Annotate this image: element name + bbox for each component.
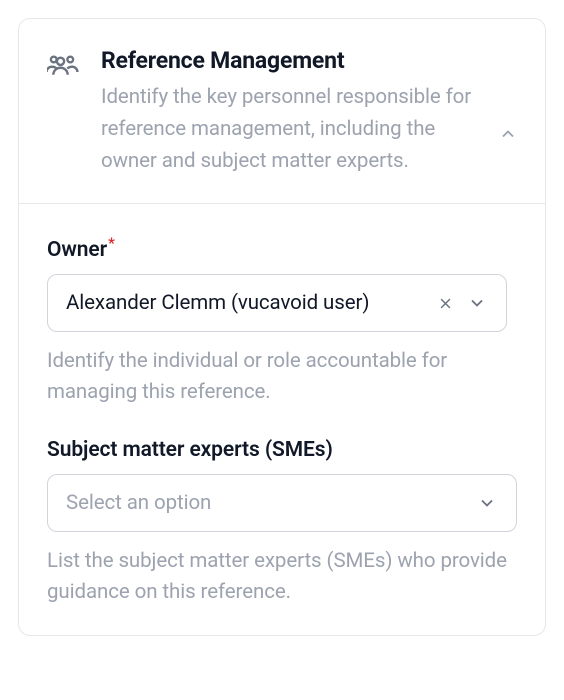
header-text: Reference Management Identify the key pe… [101,47,517,177]
owner-form-group: Owner* Alexander Clemm (vucavoid user) I… [47,234,517,408]
reference-management-card: Reference Management Identify the key pe… [18,18,546,636]
card-body: Owner* Alexander Clemm (vucavoid user) I… [19,204,545,635]
owner-dropdown-arrow [466,292,488,314]
smes-help-text: List the subject matter experts (SMEs) w… [47,546,517,608]
smes-select-placeholder: Select an option [66,491,464,515]
owner-help-text: Identify the individual or role accounta… [47,346,517,408]
owner-select[interactable]: Alexander Clemm (vucavoid user) [47,274,507,332]
card-header: Reference Management Identify the key pe… [19,19,545,204]
smes-select[interactable]: Select an option [47,474,517,532]
smes-dropdown-arrow [476,492,498,514]
chevron-up-icon [498,124,518,144]
owner-select-value: Alexander Clemm (vucavoid user) [66,291,424,315]
owner-label: Owner* [47,234,517,262]
close-icon [438,296,453,311]
chevron-down-icon [467,293,487,313]
owner-clear-button[interactable] [436,294,454,312]
required-asterisk: * [108,234,115,252]
card-description: Identify the key personnel responsible f… [101,82,479,177]
smes-form-group: Subject matter experts (SMEs) Select an … [47,438,517,608]
owner-label-text: Owner [47,238,107,262]
smes-label: Subject matter experts (SMEs) [47,438,517,462]
chevron-down-icon [477,493,497,513]
collapse-toggle[interactable] [493,119,523,149]
card-title: Reference Management [101,47,479,74]
people-icon [47,49,83,85]
